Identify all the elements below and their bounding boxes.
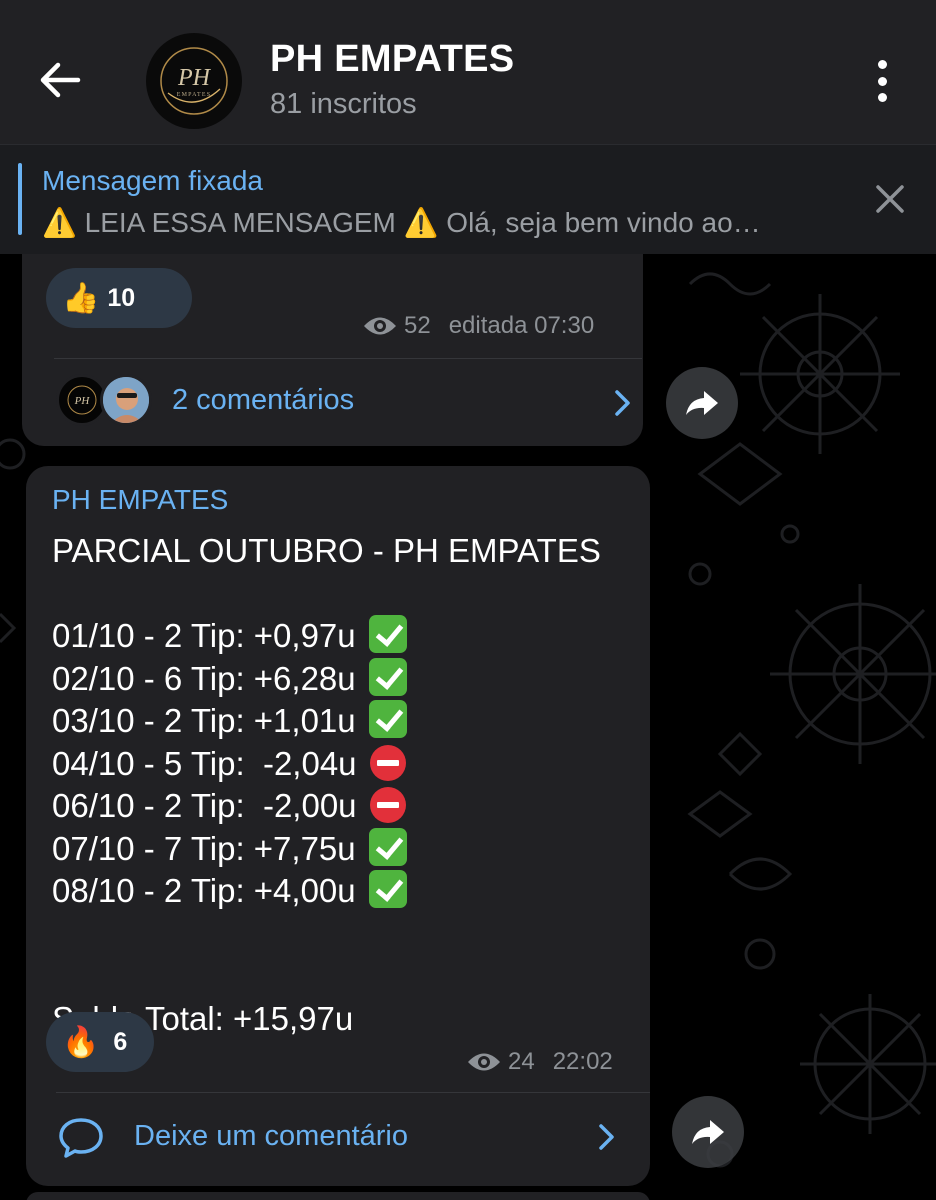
pinned-preview-text: ⚠️ LEIA ESSA MENSAGEM ⚠️ Olá, seja bem v… — [42, 207, 761, 238]
leave-comment-label: Deixe um comentário — [134, 1120, 408, 1152]
chevron-right-icon — [615, 390, 630, 416]
result-line: 03/10 - 2 Tip: +1,01u — [52, 700, 407, 739]
pinned-indicator — [18, 163, 22, 235]
result-line: 02/10 - 6 Tip: +6,28u — [52, 657, 407, 697]
share-button[interactable] — [672, 1096, 744, 1168]
divider — [54, 358, 642, 359]
channel-title[interactable]: PH EMPATES — [270, 38, 514, 81]
commenter-avatar — [100, 374, 152, 426]
share-icon — [692, 1120, 724, 1144]
result-line: 08/10 - 2 Tip: +4,00u — [52, 870, 407, 909]
next-post-edge — [26, 1192, 650, 1200]
check-mark-icon — [368, 827, 407, 866]
more-options-button[interactable] — [860, 55, 904, 107]
post-time: 22:02 — [552, 1048, 613, 1075]
close-icon — [876, 185, 904, 213]
no-entry-icon — [369, 744, 406, 781]
post-text: PARCIAL OUTUBRO - PH EMPATES 01/10 - 2 T… — [52, 530, 601, 1040]
check-mark-icon — [368, 615, 407, 653]
avatar-logo-subtext: EMPATES — [177, 92, 212, 98]
result-line: 01/10 - 2 Tip: +0,97u — [52, 615, 407, 654]
channel-post-previous: 👍 10 52 editada 07:30 PH 2 comentários — [22, 254, 643, 446]
pinned-message-bar[interactable]: Mensagem fixada ⚠️ LEIA ESSA MENSAGEM ⚠️… — [0, 144, 936, 254]
avatar-logo-text: PH — [177, 65, 212, 91]
back-button[interactable] — [30, 50, 90, 110]
pinned-title: Mensagem fixada — [42, 165, 264, 196]
result-line: 07/10 - 7 Tip: +7,75u — [52, 827, 407, 867]
comment-bubble-icon — [59, 1118, 103, 1158]
result-line-text: 01/10 - 2 Tip: +0,97u — [52, 617, 356, 654]
channel-avatar[interactable]: PH EMPATES — [146, 33, 242, 129]
check-mark-icon — [368, 870, 407, 908]
post-title: PARCIAL OUTUBRO - PH EMPATES — [52, 532, 601, 569]
results-list: 01/10 - 2 Tip: +0,97u 02/10 - 6 Tip: +6,… — [52, 615, 407, 909]
subscriber-count: 81 inscritos — [270, 88, 417, 120]
check-mark-icon — [368, 700, 407, 738]
back-arrow-icon — [40, 62, 81, 98]
post-meta: 52 editada 07:30 — [362, 312, 594, 340]
share-icon — [686, 391, 718, 415]
unpin-close-button[interactable] — [864, 178, 914, 222]
more-vertical-icon — [877, 60, 887, 69]
eye-icon — [468, 1053, 500, 1071]
reaction-chip-thumbs-up[interactable]: 👍 10 — [46, 268, 192, 328]
thumbs-up-icon: 👍 — [62, 281, 100, 315]
divider — [56, 1092, 650, 1093]
result-line-text: 07/10 - 7 Tip: +7,75u — [52, 829, 356, 867]
channel-header: PH EMPATES PH EMPATES 81 inscritos — [0, 0, 936, 144]
result-line-text: 06/10 - 2 Tip: -2,00u — [52, 787, 357, 824]
eye-icon — [364, 317, 396, 335]
leave-comment-button[interactable]: Deixe um comentário — [58, 1108, 624, 1166]
result-line: 04/10 - 5 Tip: -2,04u — [52, 744, 406, 782]
view-count: 52 — [404, 312, 431, 339]
chevron-right-icon — [599, 1124, 614, 1150]
reaction-count: 6 — [113, 1027, 128, 1056]
comments-count-label: 2 comentários — [172, 384, 355, 416]
post-meta: 24 22:02 — [466, 1048, 613, 1076]
post-author[interactable]: PH EMPATES — [52, 484, 228, 516]
check-mark-icon — [368, 657, 407, 696]
post-time: editada 07:30 — [448, 312, 595, 339]
result-line-text: 02/10 - 6 Tip: +6,28u — [52, 659, 356, 697]
no-entry-icon — [369, 787, 406, 823]
result-line-text: 08/10 - 2 Tip: +4,00u — [52, 872, 356, 909]
share-button[interactable] — [666, 367, 738, 439]
channel-post: PH EMPATES PARCIAL OUTUBRO - PH EMPATES … — [26, 466, 650, 1186]
fire-icon: 🔥 — [62, 1025, 100, 1059]
result-line: 06/10 - 2 Tip: -2,00u — [52, 787, 406, 824]
view-count: 24 — [508, 1048, 535, 1075]
reaction-chip-fire[interactable]: 🔥 6 — [46, 1012, 154, 1072]
comments-button[interactable]: PH 2 comentários — [56, 374, 642, 432]
result-line-text: 03/10 - 2 Tip: +1,01u — [52, 702, 356, 739]
reaction-count: 10 — [107, 283, 136, 312]
svg-text:PH: PH — [74, 395, 91, 407]
result-line-text: 04/10 - 5 Tip: -2,04u — [52, 744, 357, 782]
